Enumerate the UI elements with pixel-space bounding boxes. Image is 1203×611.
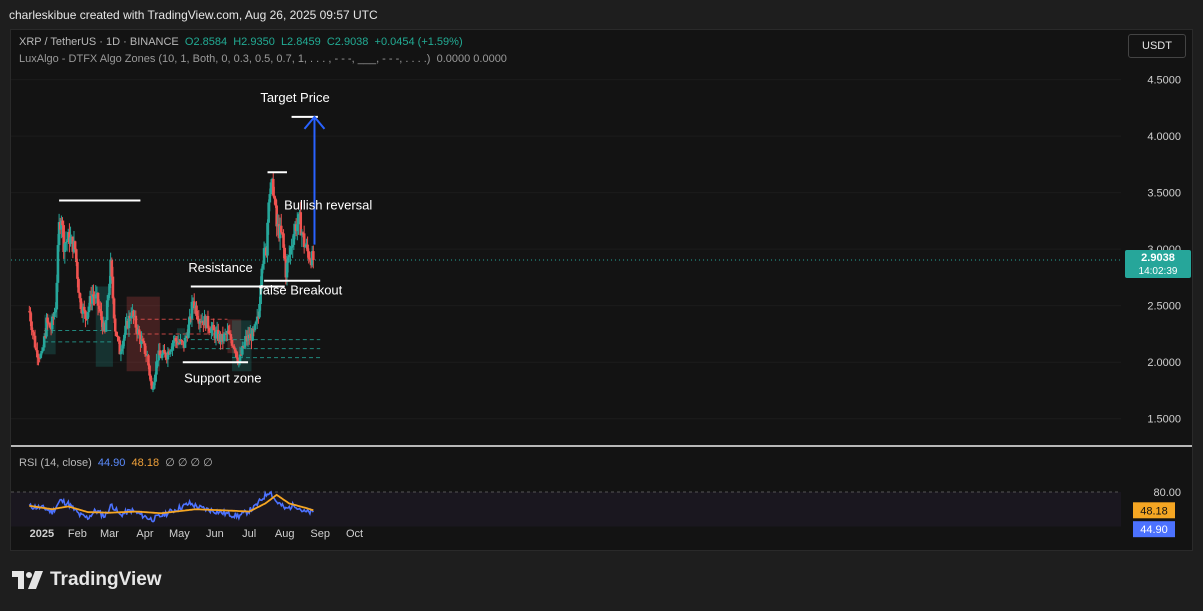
ohlc-close: C2.9038 [326,36,369,48]
rsi-legend[interactable]: RSI (14, close) 44.90 48.18 ∅ ∅ ∅ ∅ [19,456,213,469]
ohlc-low: L2.8459 [280,36,321,48]
dtfx-zone [232,320,252,372]
price-tick-label: 3.5000 [1147,188,1181,200]
ohlc-open: O2.8584 [184,36,228,48]
candle-body [312,251,315,261]
indicator-name: LuxAlgo - DTFX Algo Zones (10, 1, Both, … [19,53,431,65]
rsi-ma-value: 48.18 [131,457,160,469]
brand-name: TradingView [50,569,162,590]
time-axis-label: Jun [206,528,224,540]
candle-body [113,318,117,332]
candle-body [279,225,283,233]
attribution-header: charleskibue created with TradingView.co… [9,8,378,22]
price-tick-label: 1.5000 [1147,414,1181,426]
time-axis-label: 2025 [30,528,54,540]
time-axis-label: Feb [68,528,87,540]
currency-button[interactable]: USDT [1128,34,1186,58]
rsi-ma-tag: 48.18 [1140,505,1168,517]
indicator-values: 0.0000 0.0000 [436,53,507,65]
time-axis-label: Mar [100,528,119,540]
candle-body [69,237,72,244]
annotation-label: false Breakout [259,282,342,297]
annotation-label: Support zone [184,371,261,386]
candle-body [104,320,108,332]
time-axis-label: Aug [275,528,295,540]
rsi-band [11,492,1121,527]
price-tag-value: 2.9038 [1141,252,1175,264]
symbol-legend: XRP / TetherUS · 1D · BINANCE O2.8584 H2… [19,36,463,48]
symbol-name[interactable]: XRP / TetherUS · 1D · BINANCE [19,36,179,48]
time-axis-label: Jul [242,528,256,540]
candle-body [77,278,80,293]
rsi-value: 44.90 [97,457,126,469]
candle-body [73,241,77,250]
rsi-value-tag: 44.90 [1140,524,1168,536]
ohlc-change: +0.0454 (+1.59%) [374,36,463,48]
ohlc-high: H2.9350 [233,36,275,48]
chart-panel[interactable]: Target Price Resistance Support zone false … [10,29,1193,551]
candle-body [76,262,79,279]
time-axis-label: Apr [136,528,153,540]
tradingview-logo: TradingView [12,569,162,591]
time-axis-label: May [169,528,190,540]
time-axis-label: Oct [346,528,363,540]
candle-body [84,310,87,319]
price-tick-label: 4.5000 [1147,75,1181,87]
tv-logo-icon [12,571,43,589]
indicator-legend[interactable]: LuxAlgo - DTFX Algo Zones (10, 1, Both, … [19,53,507,65]
rsi-label: RSI (14, close) [19,457,92,469]
annotation-label: Target Price [260,90,329,105]
price-tick-label: 2.0000 [1147,357,1181,369]
annotation-label: Bullish reversal [284,198,372,213]
rsi-level-label: 80.00 [1153,487,1181,499]
candle-body [111,276,115,299]
price-tick-label: 4.0000 [1147,131,1181,143]
time-axis-label: Sep [310,528,330,540]
price-tick-label: 2.5000 [1147,301,1181,313]
chart-svg[interactable]: Target Price Resistance Support zone false … [11,30,1193,551]
annotation-label: Resistance [188,260,252,275]
rsi-extra-values: ∅ ∅ ∅ ∅ [165,457,213,469]
price-tag-countdown: 14:02:39 [1139,266,1178,277]
